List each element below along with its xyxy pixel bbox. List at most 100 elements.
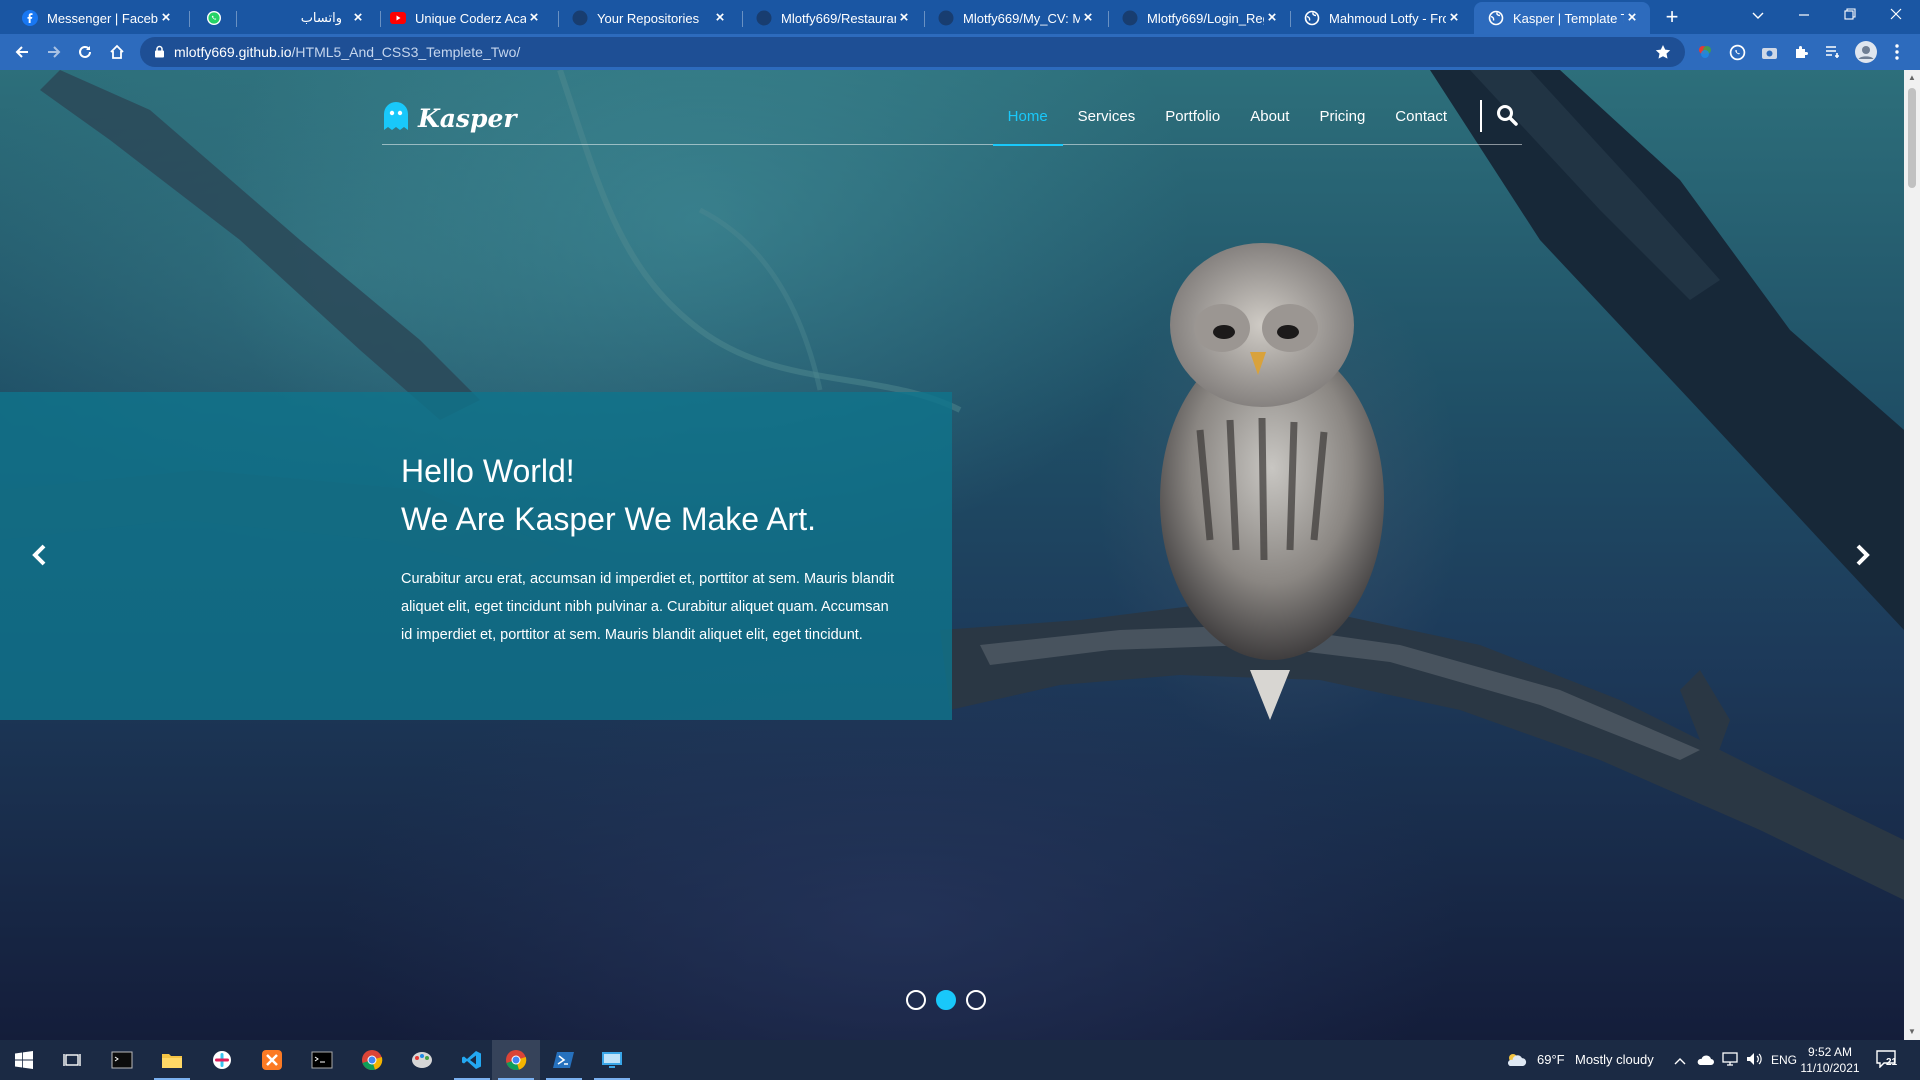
- remote-desktop-icon[interactable]: [588, 1040, 636, 1080]
- github-icon: [1122, 10, 1138, 26]
- file-explorer-icon[interactable]: [148, 1040, 196, 1080]
- onedrive-icon[interactable]: [1696, 1053, 1714, 1071]
- slider-bullet-3[interactable]: [966, 990, 986, 1010]
- ghost-logo-icon: [382, 100, 410, 137]
- weather-temperature[interactable]: 69°F: [1537, 1040, 1565, 1080]
- youtube-icon: [390, 10, 406, 26]
- chrome-active-icon[interactable]: [492, 1040, 540, 1080]
- profile-avatar[interactable]: [1855, 41, 1877, 63]
- clock-time: 9:52 AM: [1807, 1045, 1853, 1059]
- command-prompt-icon[interactable]: [298, 1040, 346, 1080]
- slider-bullets: [906, 990, 986, 1010]
- close-window-button[interactable]: [1873, 0, 1919, 30]
- volume-icon[interactable]: [1746, 1052, 1764, 1071]
- hero-text-box: Hello World! We Are Kasper We Make Art. …: [0, 392, 952, 720]
- tab-close-icon[interactable]: ×: [1446, 10, 1462, 26]
- github-icon: [572, 10, 588, 26]
- task-view-icon[interactable]: [48, 1040, 96, 1080]
- tab-kasper[interactable]: Kasper | Template Two ×: [1474, 2, 1650, 34]
- chrome-menu-icon[interactable]: [1887, 42, 1907, 62]
- input-language[interactable]: ENG: [1771, 1040, 1797, 1080]
- slack-icon[interactable]: [198, 1040, 246, 1080]
- terminal-icon[interactable]: [98, 1040, 146, 1080]
- tab-title: Mahmoud Lotfy - Fron: [1329, 10, 1446, 26]
- site-header: Kasper Home Services Portfolio About Pri…: [382, 98, 1522, 146]
- new-tab-button[interactable]: +: [1658, 4, 1686, 32]
- system-clock[interactable]: 9:52 AM 11/10/2021: [1795, 1044, 1865, 1076]
- lock-icon[interactable]: [154, 45, 165, 63]
- reading-list-icon[interactable]: [1823, 42, 1843, 62]
- bookmark-star-icon[interactable]: [1655, 44, 1671, 65]
- camera-extension-icon[interactable]: [1759, 42, 1779, 62]
- tab-login-register[interactable]: Mlotfy669/Login_Regi ×: [1108, 2, 1290, 34]
- back-button[interactable]: [8, 38, 36, 66]
- tab-messenger[interactable]: Messenger | Facebook ×: [8, 2, 184, 34]
- weather-condition[interactable]: Mostly cloudy: [1575, 1040, 1654, 1080]
- tab-title: واتساب: [300, 10, 342, 25]
- network-icon[interactable]: [1722, 1052, 1738, 1071]
- nav-about[interactable]: About: [1235, 98, 1304, 145]
- minimize-button[interactable]: [1781, 0, 1827, 30]
- nav-home[interactable]: Home: [992, 98, 1063, 146]
- tab-close-icon[interactable]: ×: [896, 10, 912, 26]
- clock-date: 11/10/2021: [1800, 1061, 1860, 1075]
- tab-close-icon[interactable]: ×: [1624, 10, 1640, 26]
- tab-close-icon[interactable]: ×: [1264, 10, 1280, 26]
- url-path: /HTML5_And_CSS3_Templete_Two/: [291, 44, 521, 60]
- tab-close-icon[interactable]: ×: [158, 10, 174, 26]
- tab-restaurant[interactable]: Mlotfy669/Restaurant ×: [742, 2, 922, 34]
- tab-title: Messenger | Facebook: [47, 10, 158, 26]
- weather-cloud-icon[interactable]: [1505, 1052, 1527, 1073]
- scroll-thumb[interactable]: [1908, 88, 1916, 188]
- tab-close-icon[interactable]: ×: [526, 10, 542, 26]
- slider-next-arrow[interactable]: [1848, 540, 1878, 570]
- forward-button[interactable]: [40, 38, 68, 66]
- slider-bullet-1[interactable]: [906, 990, 926, 1010]
- tray-overflow-chevron-icon[interactable]: [1674, 1053, 1686, 1071]
- xampp-icon[interactable]: [248, 1040, 296, 1080]
- nav-pricing[interactable]: Pricing: [1304, 98, 1380, 145]
- tab-whatsapp[interactable]: واتساب ×: [240, 2, 376, 34]
- tab-repositories[interactable]: Your Repositories ×: [558, 2, 738, 34]
- page-scrollbar[interactable]: ▲ ▼: [1904, 70, 1920, 1040]
- notification-center-icon[interactable]: 21: [1876, 1050, 1902, 1072]
- powershell-icon[interactable]: [540, 1040, 588, 1080]
- tab-title: Unique Coderz Acade: [415, 10, 526, 26]
- webpage-viewport: Kasper Home Services Portfolio About Pri…: [0, 70, 1904, 1040]
- globe-icon: [1488, 10, 1504, 26]
- scroll-down-arrow[interactable]: ▼: [1904, 1024, 1920, 1040]
- tab-title: Your Repositories: [597, 10, 700, 26]
- whatsapp-extension-icon[interactable]: [1727, 42, 1747, 62]
- home-button[interactable]: [103, 38, 131, 66]
- windows-start-icon[interactable]: [0, 1040, 48, 1080]
- tab-title: Mlotfy669/Restaurant: [781, 10, 896, 26]
- tab-youtube[interactable]: Unique Coderz Acade ×: [376, 2, 552, 34]
- site-logo[interactable]: Kasper: [382, 98, 517, 138]
- extensions-puzzle-icon[interactable]: [1791, 42, 1811, 62]
- color-picker-extension-icon[interactable]: [1695, 42, 1715, 62]
- chrome-icon[interactable]: [348, 1040, 396, 1080]
- nav-contact[interactable]: Contact: [1380, 98, 1462, 145]
- tab-close-icon[interactable]: ×: [1080, 10, 1096, 26]
- vscode-icon[interactable]: [448, 1040, 496, 1080]
- slider-prev-arrow[interactable]: [24, 540, 54, 570]
- address-bar[interactable]: mlotfy669.github.io/HTML5_And_CSS3_Templ…: [140, 37, 1685, 67]
- nav-services[interactable]: Services: [1063, 98, 1151, 145]
- tab-close-icon[interactable]: ×: [350, 10, 366, 26]
- hero-heading: Hello World! We Are Kasper We Make Art.: [401, 447, 816, 543]
- tab-close-icon[interactable]: ×: [712, 10, 728, 26]
- address-url[interactable]: mlotfy669.github.io/HTML5_And_CSS3_Templ…: [174, 37, 520, 67]
- paint-icon[interactable]: [398, 1040, 446, 1080]
- tab-whatsapp-pinned[interactable]: [192, 2, 232, 34]
- search-icon[interactable]: [1492, 100, 1522, 130]
- nav-portfolio[interactable]: Portfolio: [1150, 98, 1235, 145]
- main-nav: Home Services Portfolio About Pricing Co…: [992, 98, 1462, 146]
- restore-button[interactable]: [1827, 0, 1873, 30]
- reload-button[interactable]: [71, 38, 99, 66]
- github-icon: [938, 10, 954, 26]
- tab-search-button[interactable]: [1735, 0, 1781, 30]
- tab-my-cv[interactable]: Mlotfy669/My_CV: My ×: [924, 2, 1106, 34]
- slider-bullet-2[interactable]: [936, 990, 956, 1010]
- tab-mahmoud-lotfy[interactable]: Mahmoud Lotfy - Fron ×: [1290, 2, 1472, 34]
- scroll-up-arrow[interactable]: ▲: [1904, 70, 1920, 86]
